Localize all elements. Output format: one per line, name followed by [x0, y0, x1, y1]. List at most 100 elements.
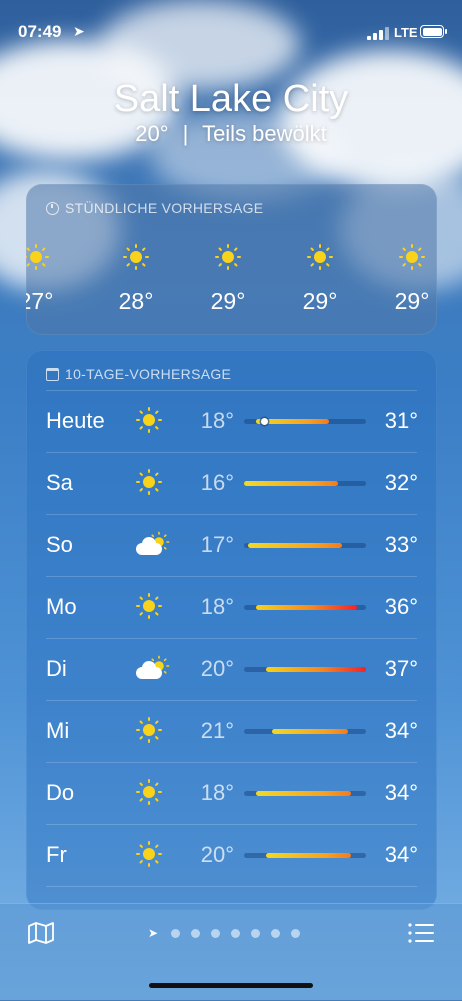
high-temp: 31°	[384, 408, 418, 433]
temp-range-bar	[244, 791, 366, 796]
hourly-item: 29°	[382, 244, 437, 315]
forecast-row[interactable]: Do 18° 34°	[26, 762, 437, 824]
sun-icon	[215, 244, 241, 270]
high-temp: 34°	[384, 780, 418, 805]
page-dot[interactable]	[171, 928, 181, 938]
hourly-item: 29°	[198, 244, 258, 315]
low-temp: 16°	[200, 470, 234, 495]
hourly-temp: 29°	[302, 288, 338, 314]
temp-range-fill	[272, 729, 348, 734]
daily-title: 10-TAGE-VORHERSAGE	[65, 366, 232, 382]
list-icon[interactable]	[408, 923, 434, 943]
hourly-temp: 28°	[118, 288, 154, 314]
row-divider	[46, 700, 417, 701]
hourly-item: 27°	[26, 244, 66, 315]
forecast-row[interactable]: Fr 20° 34°	[26, 824, 437, 886]
forecast-row[interactable]: So 17° 33°	[26, 514, 437, 576]
calendar-icon	[46, 367, 59, 381]
low-temp: 18°	[200, 594, 234, 619]
row-divider	[46, 452, 417, 453]
temp-range-fill	[256, 605, 358, 610]
daily-forecast-card[interactable]: 10-TAGE-VORHERSAGE Heute 18° 31° Sa 16° 32° So…	[26, 350, 437, 910]
temp-range-fill	[256, 791, 352, 796]
hourly-title: STÜNDLICHE VORHERSAGE	[65, 200, 264, 216]
temp-range-fill	[265, 667, 366, 672]
low-temp: 18°	[200, 408, 234, 433]
hourly-temp: 27°	[26, 288, 54, 314]
forecast-row[interactable]: Heute 18° 31°	[26, 390, 437, 452]
temp-range-bar	[244, 418, 366, 425]
page-dot[interactable]	[251, 928, 261, 938]
row-divider	[46, 886, 417, 887]
day-label: Sa	[46, 470, 73, 495]
day-label: Heute	[46, 408, 105, 433]
status-bar: 07:49 ➤ LTE	[0, 0, 462, 60]
day-label: Fr	[46, 842, 67, 867]
sun-icon	[136, 779, 162, 805]
day-label: Di	[46, 656, 67, 681]
sun-icon	[136, 593, 162, 619]
battery-icon	[420, 25, 447, 38]
current-temp: 20°	[135, 121, 169, 146]
high-temp: 36°	[384, 594, 418, 619]
high-temp: 32°	[384, 470, 418, 495]
sun-icon	[399, 244, 425, 270]
high-temp: 37°	[384, 656, 418, 681]
high-temp: 34°	[384, 842, 418, 867]
page-dot[interactable]	[211, 928, 221, 938]
page-dot[interactable]	[271, 928, 281, 938]
location-arrow-icon: ➤	[73, 23, 85, 39]
day-label: Do	[46, 780, 75, 805]
temp-range-bar	[244, 853, 366, 858]
row-divider	[46, 390, 417, 391]
temp-range-bar	[244, 729, 366, 734]
clock-icon	[46, 201, 59, 215]
row-divider	[46, 824, 417, 825]
hourly-temp: 29°	[210, 288, 246, 314]
forecast-row[interactable]: Di 20° 37°	[26, 638, 437, 700]
temp-range-fill	[247, 543, 342, 548]
partly-cloudy-icon	[136, 531, 170, 557]
row-divider	[46, 514, 417, 515]
temp-range-fill	[244, 481, 338, 486]
page-dot[interactable]	[191, 928, 201, 938]
hourly-item: 29°	[290, 244, 350, 315]
map-icon[interactable]	[28, 922, 54, 944]
day-label: So	[46, 532, 73, 557]
current-conditions: 20° | Teils bewölkt	[0, 121, 462, 147]
low-temp: 17°	[200, 532, 234, 557]
row-divider	[46, 638, 417, 639]
forecast-row[interactable]: Sa 16° 32°	[26, 452, 437, 514]
row-divider	[46, 762, 417, 763]
hourly-item: 28°	[106, 244, 166, 315]
page-dot[interactable]	[291, 928, 301, 938]
status-time: 07:49	[18, 22, 62, 41]
page-indicator[interactable]: ➤	[148, 926, 301, 940]
sun-icon	[26, 244, 49, 270]
sun-icon	[136, 407, 162, 433]
temp-range-fill	[265, 853, 352, 858]
page-dot[interactable]	[231, 928, 241, 938]
signal-icon	[367, 26, 389, 40]
forecast-row[interactable]: Mi 21° 34°	[26, 700, 437, 762]
sun-icon	[136, 717, 162, 743]
high-temp: 33°	[384, 532, 418, 557]
condition-text: Teils bewölkt	[202, 121, 327, 146]
hourly-temp: 29°	[394, 288, 430, 314]
temp-range-bar	[244, 543, 366, 548]
forecast-row[interactable]: Mo 18° 36°	[26, 576, 437, 638]
current-location-icon: ➤	[148, 926, 159, 940]
current-temp-marker	[260, 418, 268, 425]
sun-icon	[123, 244, 149, 270]
high-temp: 34°	[384, 718, 418, 743]
low-temp: 18°	[200, 780, 234, 805]
row-divider	[46, 576, 417, 577]
sun-icon	[136, 841, 162, 867]
sun-icon	[307, 244, 333, 270]
network-type: LTE	[394, 25, 418, 40]
home-indicator	[149, 983, 313, 988]
city-name: Salt Lake City	[113, 78, 349, 120]
hourly-forecast-card[interactable]: STÜNDLICHE VORHERSAGE 27° 28° 29° 29° 29°	[26, 184, 437, 335]
temp-range-bar	[244, 481, 366, 486]
separator: |	[182, 121, 189, 146]
